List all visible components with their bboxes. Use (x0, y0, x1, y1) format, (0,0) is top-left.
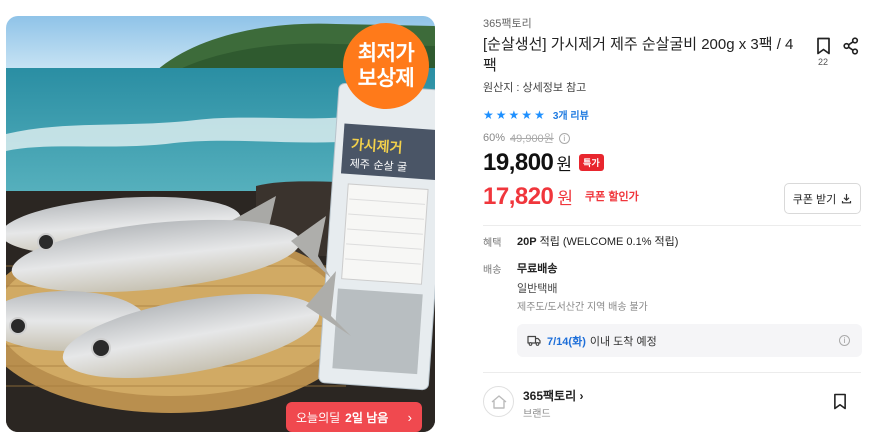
brand-name: 365팩토리 (523, 389, 577, 403)
origin-info: 원산지 : 상세정보 참고 (483, 82, 587, 94)
coupon-price-unit: 원 (557, 189, 574, 208)
shipping-note: 제주도/도서산간 지역 배송 불가 (517, 302, 648, 313)
bookmark-icon (834, 393, 846, 410)
today-deal-button[interactable]: 오늘의딜 2일 남음 › (286, 402, 422, 432)
badge-line-2: 보상제 (357, 67, 415, 90)
star-icon: ★ (508, 107, 520, 122)
download-icon (842, 194, 852, 204)
coupon-discount-label: 쿠폰 할인가 (585, 191, 639, 203)
get-coupon-label: 쿠폰 받기 (792, 193, 837, 206)
discount-rate: 60% (483, 132, 506, 144)
sale-price: 19,800 (483, 149, 554, 176)
benefit-text: 적립 (WELCOME 0.1% 적립) (539, 236, 679, 248)
shipping-label: 배송 (483, 265, 502, 276)
arrival-estimate[interactable]: 7/14(화) 이내 도착 예정 i (517, 324, 862, 357)
bookmark-count: 22 (817, 57, 828, 67)
chevron-right-icon: › (579, 389, 584, 403)
product-image[interactable]: 가시제거 제주 순살 굴 최저가 보상제 오늘의딜 2일 남음 › (6, 16, 435, 432)
benefit-info: 20P 적립 (WELCOME 0.1% 적립) (517, 233, 678, 249)
seller-name[interactable]: 365팩토리 (483, 15, 532, 31)
shipping-fee: 무료배송 (517, 263, 558, 275)
chevron-right-icon: › (407, 409, 412, 425)
star-icon: ★ (495, 107, 507, 122)
original-price: 49,900원 (510, 133, 554, 145)
star-icon: ★ (483, 107, 494, 122)
review-count-link[interactable]: 3개 리뷰 (553, 107, 589, 122)
coupon-price-row: 17,820 원 쿠폰 할인가 (483, 183, 639, 211)
price-unit: 원 (556, 155, 573, 174)
special-price-badge: 특가 (579, 154, 604, 171)
product-info-panel: 365팩토리 [순살생선] 가시제거 제주 순살굴비 200g x 3팩 / 4… (483, 0, 868, 432)
divider (483, 372, 861, 373)
info-icon[interactable]: i (839, 335, 850, 346)
bookmark-icon (816, 37, 830, 55)
star-icon: ★ (521, 107, 533, 122)
deal-prefix: 오늘의딜 (296, 410, 341, 425)
rating-row[interactable]: ★ ★ ★ ★ ★ 3개 리뷰 (483, 107, 589, 123)
arrival-date: 7/14(화) (547, 335, 586, 348)
benefit-points: 20P (517, 236, 537, 248)
badge-line-1: 최저가 (357, 42, 415, 65)
lowest-price-badge: 최저가 보상제 (343, 23, 429, 109)
brand-link[interactable]: 365팩토리 › (523, 387, 584, 404)
home-icon (491, 394, 506, 409)
shipping-type: 일반택배 (517, 283, 558, 295)
divider (483, 225, 861, 226)
share-icon (843, 37, 859, 55)
brand-logo[interactable] (483, 386, 514, 417)
truck-icon (527, 335, 541, 346)
brand-bookmark-button[interactable] (833, 393, 847, 415)
arrival-text: 이내 도착 예정 (589, 335, 657, 348)
benefit-label: 혜택 (483, 238, 502, 249)
price-row: 19,800 원 특가 (483, 149, 604, 177)
deal-remaining: 2일 남음 (345, 410, 389, 425)
star-icon: ★ (534, 107, 545, 122)
share-button[interactable] (843, 37, 859, 60)
brand-caption: 브랜드 (523, 409, 551, 420)
product-title: [순살생선] 가시제거 제주 순살굴비 200g x 3팩 / 4팩 (483, 36, 794, 74)
get-coupon-button[interactable]: 쿠폰 받기 (784, 183, 861, 214)
info-icon[interactable]: i (558, 132, 570, 144)
discount-row: 60% 49,900원 i (483, 130, 570, 146)
coupon-price: 17,820 (483, 183, 554, 210)
